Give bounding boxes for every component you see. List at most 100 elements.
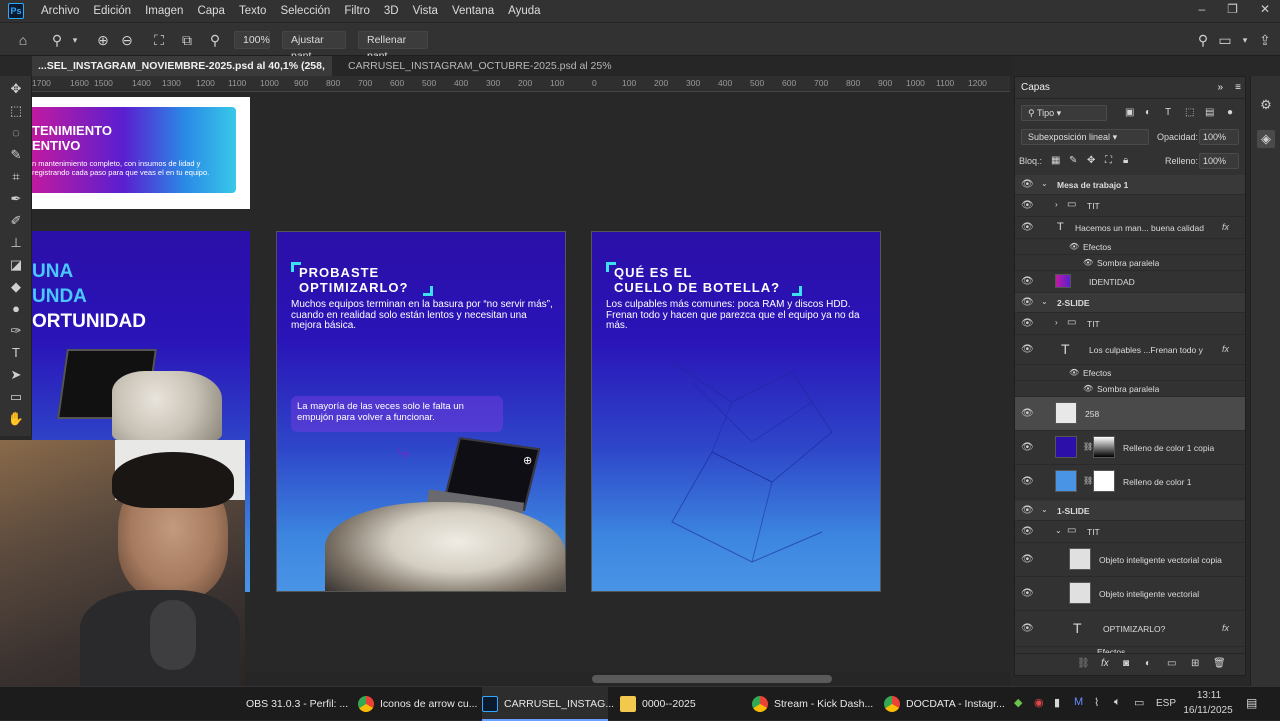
tray-record-icon[interactable]: ◉: [1034, 696, 1044, 709]
hand-tool-icon[interactable]: ✋: [7, 410, 25, 428]
brush-tool-icon[interactable]: ✐: [7, 212, 25, 230]
visibility-eye-icon[interactable]: 👁︎: [1069, 242, 1079, 251]
menu-edicion[interactable]: Edición: [86, 5, 138, 17]
eraser-tool-icon[interactable]: ◪: [7, 256, 25, 274]
layer-artboard-slide2[interactable]: 👁︎ ⌄ 2-SLIDE: [1015, 293, 1245, 313]
gradient-tool-icon[interactable]: ◆: [7, 278, 25, 296]
close-icon[interactable]: ✕: [1260, 2, 1270, 16]
layers-panel-title[interactable]: Capas: [1021, 82, 1050, 93]
visibility-eye-icon[interactable]: 👁︎: [1021, 408, 1034, 419]
language-indicator[interactable]: ESP: [1156, 698, 1176, 709]
menu-archivo[interactable]: Archivo: [34, 5, 86, 17]
path-select-tool-icon[interactable]: ➤: [7, 366, 25, 384]
fill-screen-button[interactable]: Rellenar pant.: [358, 31, 428, 62]
artboard-slide-3[interactable]: QUÉ ES EL CUELLO DE BOTELLA? Los culpabl…: [591, 231, 881, 592]
visibility-eye-icon[interactable]: 👁︎: [1021, 476, 1034, 487]
share-icon[interactable]: ⇪: [1256, 31, 1274, 49]
lock-all-icon[interactable]: 🔒︎: [1123, 155, 1128, 166]
chevron-down-icon[interactable]: ▾: [1236, 31, 1254, 49]
rectangle-tool-icon[interactable]: ▭: [7, 388, 25, 406]
visibility-eye-icon[interactable]: 👁︎: [1021, 222, 1034, 233]
workspace-icon[interactable]: ▭: [1216, 31, 1234, 49]
tray-usb-icon[interactable]: ▮: [1054, 696, 1060, 709]
layer-effect-shadow[interactable]: 👁︎ Sombra paralela: [1015, 255, 1245, 271]
pen-tool-icon[interactable]: ✑: [7, 322, 25, 340]
new-group-icon[interactable]: ▭: [1167, 658, 1176, 669]
lock-transparent-icon[interactable]: ▦: [1051, 155, 1060, 166]
opacity-field[interactable]: 100%: [1199, 129, 1239, 145]
eyedropper-tool-icon[interactable]: ✒: [7, 190, 25, 208]
layer-effects[interactable]: 👁︎ Efectos: [1015, 239, 1245, 255]
layer-text-hacemos[interactable]: 👁︎ T Hacemos un man... buena calidad fx: [1015, 217, 1245, 239]
tray-network-icon[interactable]: ⌇: [1094, 696, 1099, 709]
filter-adjust-icon[interactable]: ◐: [1145, 107, 1151, 118]
filter-toggle-icon[interactable]: ●: [1227, 107, 1233, 118]
menu-filtro[interactable]: Filtro: [337, 5, 377, 17]
tab-noviembre[interactable]: ...SEL_INSTAGRAM_NOVIEMBRE-2025.psd al 4…: [32, 56, 332, 92]
tray-volume-icon[interactable]: 🔈︎: [1114, 696, 1121, 709]
layers-panel-icon[interactable]: ◈: [1257, 130, 1275, 148]
new-layer-icon[interactable]: ⊞: [1191, 658, 1199, 669]
layer-effect-shadow[interactable]: 👁︎ Sombra paralela: [1015, 381, 1245, 397]
filter-kind-select[interactable]: ⚲ Tipo ▾: [1021, 105, 1107, 121]
layer-fill[interactable]: 👁︎ ⛓︎ Relleno de color 1: [1015, 465, 1245, 499]
filter-pixel-icon[interactable]: ▣: [1125, 107, 1134, 118]
fx-icon[interactable]: fx: [1222, 623, 1229, 633]
layer-effects[interactable]: 👁︎ Efectos: [1015, 365, 1245, 381]
chevron-right-icon[interactable]: ›: [1055, 318, 1058, 327]
chevron-down-icon[interactable]: ⌄: [1041, 505, 1048, 514]
filter-shape-icon[interactable]: ⬚: [1185, 107, 1194, 118]
layer-smart-copy[interactable]: 👁︎ Objeto inteligente vectorial copia: [1015, 543, 1245, 577]
layer-fill-copy[interactable]: 👁︎ ⛓︎ Relleno de color 1 copia: [1015, 431, 1245, 465]
type-tool-icon[interactable]: T: [7, 344, 25, 362]
fx-icon[interactable]: fx: [1222, 344, 1229, 354]
task-folder[interactable]: 0000--2025: [620, 687, 740, 721]
chevron-down-icon[interactable]: ▾: [66, 31, 84, 49]
layer-mask-thumbnail[interactable]: [1093, 470, 1115, 492]
task-chrome-kick[interactable]: Stream - Kick Dash...: [752, 687, 876, 721]
scrubby-zoom-icon[interactable]: ⚲: [206, 31, 224, 49]
tray-app2-icon[interactable]: M: [1074, 696, 1083, 708]
resize-windows-icon[interactable]: ⛶: [150, 31, 168, 49]
layer-folder-tit[interactable]: 👁︎ › ▭ TIT: [1015, 313, 1245, 335]
lock-artboard-icon[interactable]: ⛶: [1105, 155, 1112, 166]
stamp-tool-icon[interactable]: ⊥: [7, 234, 25, 252]
collapse-icon[interactable]: »: [1217, 77, 1223, 99]
lock-pixels-icon[interactable]: ✎: [1069, 155, 1077, 166]
layer-text-optimizarlo[interactable]: 👁︎ T OPTIMIZARLO? fx: [1015, 611, 1245, 647]
layer-mask-thumbnail[interactable]: [1093, 436, 1115, 458]
layer-identidad[interactable]: 👁︎ IDENTIDAD: [1015, 271, 1245, 293]
layer-artboard-mesa[interactable]: 👁︎ ⌄ Mesa de trabajo 1: [1015, 175, 1245, 195]
clock-time[interactable]: 13:11: [1184, 690, 1234, 701]
menu-vista[interactable]: Vista: [406, 5, 445, 17]
chevron-right-icon[interactable]: ›: [1055, 200, 1058, 209]
minimize-icon[interactable]: –: [1198, 2, 1205, 16]
filter-smart-icon[interactable]: ▤: [1205, 107, 1214, 118]
tab-octubre[interactable]: CARRUSEL_INSTAGRAM_OCTUBRE-2025.psd al 2…: [342, 56, 632, 92]
chevron-down-icon[interactable]: ⌄: [1041, 179, 1048, 188]
visibility-eye-icon[interactable]: 👁︎: [1069, 368, 1079, 377]
tray-battery-icon[interactable]: ▭: [1134, 696, 1144, 709]
move-tool-icon[interactable]: ✥: [7, 80, 25, 98]
menu-imagen[interactable]: Imagen: [138, 5, 190, 17]
crop-tool-icon[interactable]: ⌗: [7, 168, 25, 186]
new-adjustment-icon[interactable]: ◐: [1145, 658, 1151, 669]
visibility-eye-icon[interactable]: 👁︎: [1021, 505, 1034, 516]
task-photoshop[interactable]: CARRUSEL_INSTAG...: [482, 687, 614, 721]
task-obs[interactable]: OBS 31.0.3 - Perfil: ...: [246, 687, 352, 721]
layer-folder-tit[interactable]: 👁︎ › ▭ TIT: [1015, 195, 1245, 217]
fx-icon[interactable]: fx: [1222, 222, 1229, 232]
task-chrome-icons[interactable]: Iconos de arrow cu...: [358, 687, 478, 721]
chevron-down-icon[interactable]: ⌄: [1041, 297, 1048, 306]
visibility-eye-icon[interactable]: 👁︎: [1021, 200, 1034, 211]
menu-capa[interactable]: Capa: [190, 5, 232, 17]
link-icon[interactable]: ⛓︎: [1083, 442, 1093, 451]
visibility-eye-icon[interactable]: 👁︎: [1021, 344, 1034, 355]
zoom-tool-icon[interactable]: ⚲: [48, 31, 66, 49]
marquee-tool-icon[interactable]: ⬚: [7, 102, 25, 120]
tray-app-icon[interactable]: ◆: [1014, 696, 1022, 709]
visibility-eye-icon[interactable]: 👁︎: [1021, 318, 1034, 329]
zoom-percentage-field[interactable]: 100%: [234, 31, 270, 49]
zoom-in-icon[interactable]: ⊕: [94, 31, 112, 49]
zoom-out-icon[interactable]: ⊖: [118, 31, 136, 49]
